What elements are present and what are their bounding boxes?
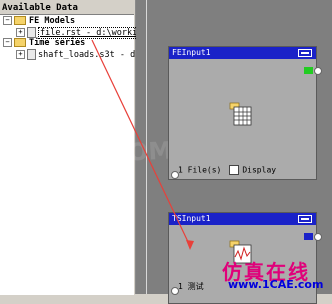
node-title: FEInput1 (172, 48, 211, 57)
node-footer: 1 File(s) Display (178, 165, 276, 175)
file-icon (27, 27, 36, 38)
expand-icon[interactable]: + (16, 28, 25, 37)
folder-icon (14, 38, 26, 47)
file-icon (27, 49, 36, 60)
expand-icon[interactable]: + (16, 50, 25, 59)
tree-item-label: FE Models (29, 16, 76, 26)
grid-file-icon[interactable] (229, 101, 253, 127)
minimize-icon[interactable] (298, 215, 312, 223)
input-port[interactable] (171, 171, 179, 179)
display-checkbox[interactable] (229, 165, 240, 175)
output-port[interactable] (304, 233, 313, 240)
node-title-bar[interactable]: FEInput1 (169, 47, 316, 59)
collapse-icon[interactable]: − (3, 38, 12, 47)
folder-icon (14, 16, 26, 25)
tree-item-label: Time series (29, 38, 86, 48)
display-label: Display (242, 165, 277, 175)
panel-title: Available Data (2, 3, 78, 13)
minimize-icon[interactable] (298, 49, 312, 57)
collapse-icon[interactable]: − (3, 16, 12, 25)
tree-item-label: shaft_loads.s3t - d:\ (38, 50, 146, 60)
tree-item-fe-models[interactable]: − FE Models (3, 16, 75, 27)
file-count: 1 File(s) (178, 165, 222, 175)
tree-item-time-series[interactable]: − Time series (3, 38, 85, 49)
fe-input-node[interactable]: FEInput1 1 File(s) Display (168, 46, 317, 180)
node-title: TSInput1 (172, 214, 211, 223)
tree-item-ts-file[interactable]: + shaft_loads.s3t - d:\ (16, 49, 145, 60)
tree-item-fe-file[interactable]: + file.rst - d:\workin (16, 27, 145, 39)
watermark-url: www.1CAE.com (228, 278, 324, 291)
output-connector[interactable] (314, 233, 322, 241)
node-footer: 1 测试 (178, 282, 204, 291)
output-connector[interactable] (314, 67, 322, 75)
output-port[interactable] (304, 67, 313, 74)
node-title-bar[interactable]: TSInput1 (169, 213, 316, 225)
